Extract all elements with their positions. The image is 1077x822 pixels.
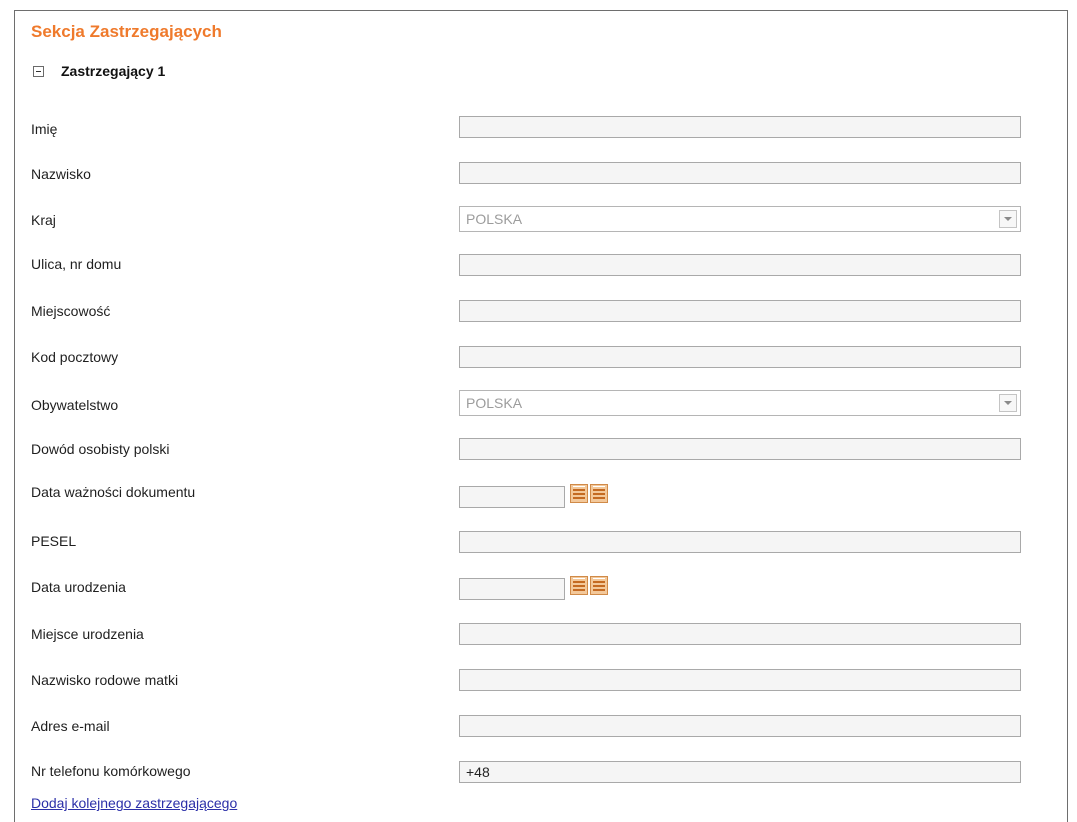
field-label-kraj: Kraj xyxy=(31,212,56,228)
field-row-email: Adres e-mail xyxy=(0,715,1077,741)
chevron-down-icon[interactable] xyxy=(999,210,1017,228)
field-label-telefon: Nr telefonu komórkowego xyxy=(31,763,191,779)
field-label-data-urodzenia: Data urodzenia xyxy=(31,579,126,595)
field-label-dowod: Dowód osobisty polski xyxy=(31,441,170,457)
kraj-select[interactable]: POLSKA xyxy=(459,206,1021,232)
kod-pocztowy-input[interactable] xyxy=(459,346,1021,368)
field-row-kod-pocztowy: Kod pocztowy xyxy=(0,346,1077,372)
field-row-kraj: Kraj POLSKA xyxy=(0,206,1077,232)
field-row-data-waznosci: Data ważności dokumentu xyxy=(0,480,1077,508)
imie-input[interactable] xyxy=(459,116,1021,138)
field-row-miejsce-urodzenia: Miejsce urodzenia xyxy=(0,623,1077,649)
field-label-obywatelstwo: Obywatelstwo xyxy=(31,397,119,413)
field-label-data-waznosci: Data ważności dokumentu xyxy=(31,484,196,500)
collapse-minus-icon[interactable] xyxy=(33,65,44,77)
field-row-nazwisko: Nazwisko xyxy=(0,162,1077,188)
pesel-input[interactable] xyxy=(459,531,1021,553)
group-header[interactable]: Zastrzegający 1 xyxy=(33,63,165,79)
chevron-down-icon[interactable] xyxy=(999,394,1017,412)
field-label-email: Adres e-mail xyxy=(31,718,110,734)
obywatelstwo-select[interactable]: POLSKA xyxy=(459,390,1021,416)
field-row-nazwisko-matki: Nazwisko rodowe matki xyxy=(0,669,1077,695)
field-row-pesel: PESEL xyxy=(0,531,1077,557)
field-row-imie: Imię xyxy=(0,116,1077,142)
data-urodzenia-input[interactable] xyxy=(459,578,565,600)
field-label-pesel: PESEL xyxy=(31,533,77,549)
kraj-select-value: POLSKA xyxy=(466,211,523,227)
miejscowosc-input[interactable] xyxy=(459,300,1021,322)
ulica-input[interactable] xyxy=(459,254,1021,276)
dowod-input[interactable] xyxy=(459,438,1021,460)
field-row-data-urodzenia: Data urodzenia xyxy=(0,572,1077,600)
obywatelstwo-select-value: POLSKA xyxy=(466,395,523,411)
field-label-nazwisko-matki: Nazwisko rodowe matki xyxy=(31,672,179,688)
calendar-page-icon xyxy=(590,484,608,503)
nazwisko-matki-input[interactable] xyxy=(459,669,1021,691)
calendar-page-icon xyxy=(590,576,608,595)
nazwisko-input[interactable] xyxy=(459,162,1021,184)
field-label-nazwisko: Nazwisko xyxy=(31,166,91,182)
calendar-icon[interactable] xyxy=(570,484,608,503)
group-title: Zastrzegający 1 xyxy=(61,63,166,79)
data-waznosci-input[interactable] xyxy=(459,486,565,508)
section-title: Sekcja Zastrzegających xyxy=(31,22,222,41)
field-row-ulica: Ulica, nr domu xyxy=(0,254,1077,280)
telefon-input[interactable] xyxy=(459,761,1021,783)
field-label-imie: Imię xyxy=(31,121,58,137)
field-label-kod-pocztowy: Kod pocztowy xyxy=(31,349,119,365)
calendar-icon[interactable] xyxy=(570,576,608,595)
field-row-telefon: Nr telefonu komórkowego xyxy=(0,761,1077,787)
calendar-page-icon xyxy=(570,576,588,595)
calendar-page-icon xyxy=(570,484,588,503)
email-input[interactable] xyxy=(459,715,1021,737)
miejsce-urodzenia-input[interactable] xyxy=(459,623,1021,645)
field-label-ulica: Ulica, nr domu xyxy=(31,256,122,272)
field-row-dowod: Dowód osobisty polski xyxy=(0,438,1077,464)
add-another-link[interactable]: Dodaj kolejnego zastrzegającego xyxy=(31,795,237,811)
field-row-obywatelstwo: Obywatelstwo POLSKA xyxy=(0,390,1077,416)
field-row-miejscowosc: Miejscowość xyxy=(0,300,1077,326)
field-label-miejscowosc: Miejscowość xyxy=(31,303,111,319)
field-label-miejsce-urodzenia: Miejsce urodzenia xyxy=(31,626,144,642)
